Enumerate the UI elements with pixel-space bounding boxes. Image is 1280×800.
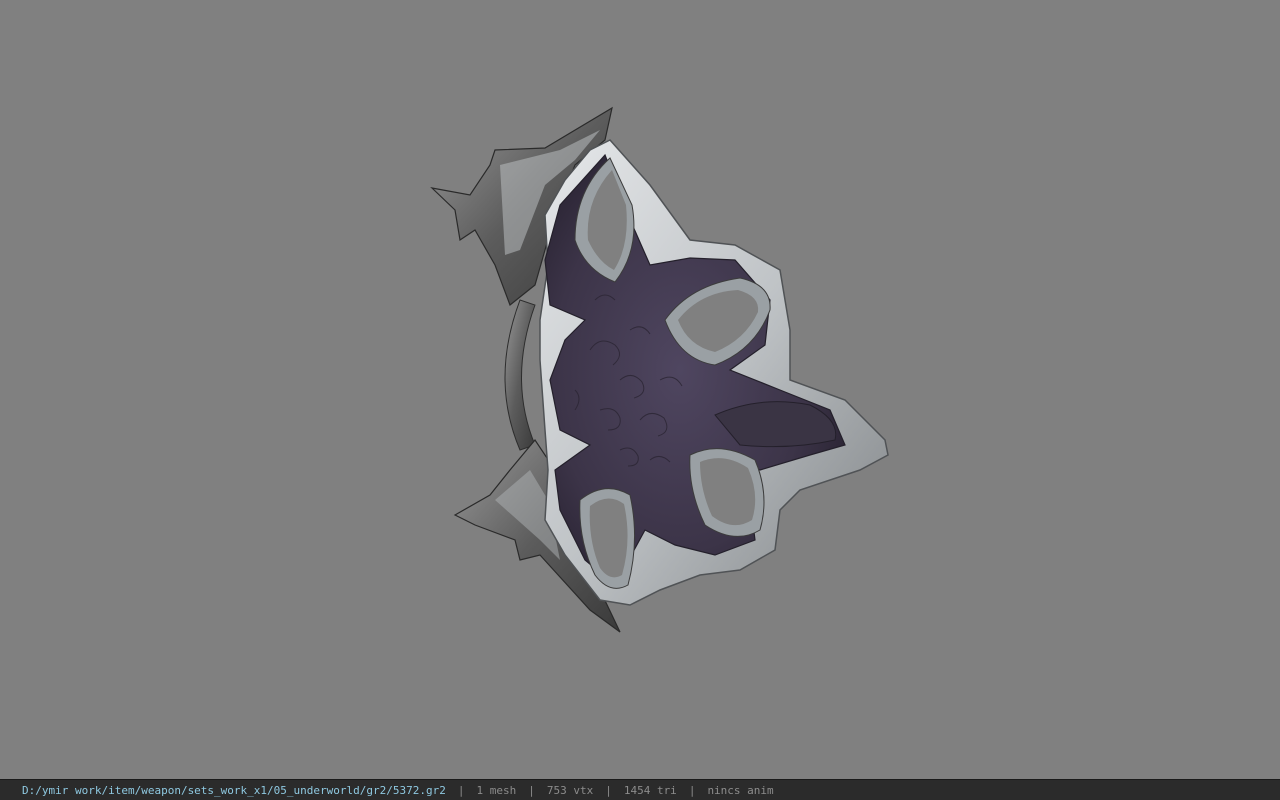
vertex-count: 753 vtx xyxy=(546,783,594,797)
animation-status: nincs anim xyxy=(707,783,774,797)
separator: | xyxy=(528,783,535,797)
3d-viewport[interactable] xyxy=(0,0,1280,779)
weapon-model xyxy=(430,106,889,633)
file-path: D:/ymir work/item/weapon/sets_work_x1/05… xyxy=(22,783,446,797)
triangle-count: 1454 tri xyxy=(623,783,677,797)
status-bar: D:/ymir work/item/weapon/sets_work_x1/05… xyxy=(0,779,1280,800)
mesh-count: 1 mesh xyxy=(476,783,517,797)
separator: | xyxy=(688,783,696,797)
separator: | xyxy=(457,783,465,797)
separator: | xyxy=(605,783,612,797)
weapon-ring xyxy=(504,299,536,451)
